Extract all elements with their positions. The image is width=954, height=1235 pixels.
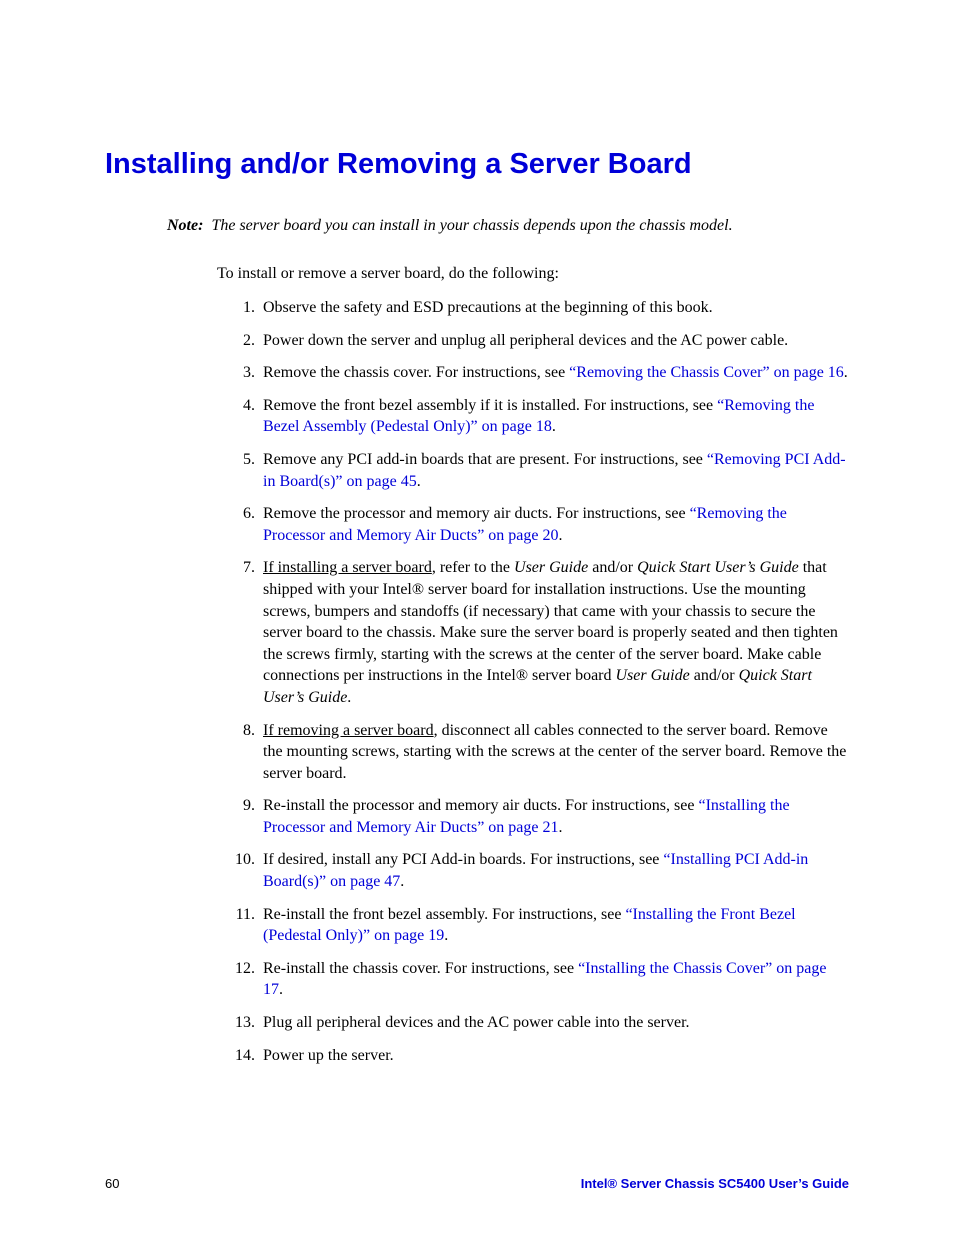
- step-italic: Quick Start User’s Guide: [637, 559, 799, 576]
- step-text: and/or: [588, 559, 637, 576]
- step-text: that shipped with your Intel® server boa…: [263, 559, 838, 684]
- link-removing-chassis-cover[interactable]: “Removing the Chassis Cover” on page 16: [569, 364, 844, 381]
- step-text: .: [417, 473, 421, 490]
- page-footer: 60 Intel® Server Chassis SC5400 User’s G…: [105, 1176, 849, 1191]
- step-text: Remove the chassis cover. For instructio…: [263, 364, 569, 381]
- step-5: Remove any PCI add-in boards that are pr…: [259, 449, 849, 492]
- step-italic: User Guide: [616, 667, 690, 684]
- step-9: Re-install the processor and memory air …: [259, 795, 849, 838]
- section-heading: Installing and/or Removing a Server Boar…: [105, 148, 849, 181]
- step-12: Re-install the chassis cover. For instru…: [259, 958, 849, 1001]
- step-text: .: [552, 418, 556, 435]
- steps-list: Observe the safety and ESD precautions a…: [235, 297, 849, 1066]
- step-text: .: [400, 873, 404, 890]
- step-6: Remove the processor and memory air duct…: [259, 503, 849, 546]
- step-text: .: [559, 819, 563, 836]
- step-text: , refer to the: [432, 559, 514, 576]
- note-label: Note:: [167, 217, 203, 235]
- step-text: Remove the processor and memory air duct…: [263, 505, 690, 522]
- step-text: Re-install the processor and memory air …: [263, 797, 698, 814]
- step-11: Re-install the front bezel assembly. For…: [259, 904, 849, 947]
- step-1: Observe the safety and ESD precautions a…: [259, 297, 849, 319]
- step-13: Plug all peripheral devices and the AC p…: [259, 1012, 849, 1034]
- step-3: Remove the chassis cover. For instructio…: [259, 362, 849, 384]
- step-italic: User Guide: [514, 559, 588, 576]
- step-14: Power up the server.: [259, 1045, 849, 1067]
- step-text: .: [347, 689, 351, 706]
- step-7: If installing a server board, refer to t…: [259, 557, 849, 708]
- step-underline: If removing a server board: [263, 722, 434, 739]
- step-text: .: [559, 527, 563, 544]
- step-10: If desired, install any PCI Add-in board…: [259, 849, 849, 892]
- page-number: 60: [105, 1176, 119, 1191]
- step-text: Re-install the front bezel assembly. For…: [263, 906, 625, 923]
- step-text: Remove any PCI add-in boards that are pr…: [263, 451, 707, 468]
- step-text: and/or: [690, 667, 739, 684]
- step-4: Remove the front bezel assembly if it is…: [259, 395, 849, 438]
- step-2: Power down the server and unplug all per…: [259, 330, 849, 352]
- intro-text: To install or remove a server board, do …: [217, 265, 849, 283]
- step-text: .: [844, 364, 848, 381]
- step-text: .: [279, 981, 283, 998]
- note-text: The server board you can install in your…: [211, 217, 732, 235]
- step-text: Remove the front bezel assembly if it is…: [263, 397, 717, 414]
- guide-title: Intel® Server Chassis SC5400 User’s Guid…: [581, 1176, 849, 1191]
- step-text: If desired, install any PCI Add-in board…: [263, 851, 663, 868]
- step-underline: If installing a server board: [263, 559, 432, 576]
- note-block: Note: The server board you can install i…: [167, 217, 849, 235]
- step-text: Re-install the chassis cover. For instru…: [263, 960, 578, 977]
- step-8: If removing a server board, disconnect a…: [259, 720, 849, 785]
- step-text: .: [444, 927, 448, 944]
